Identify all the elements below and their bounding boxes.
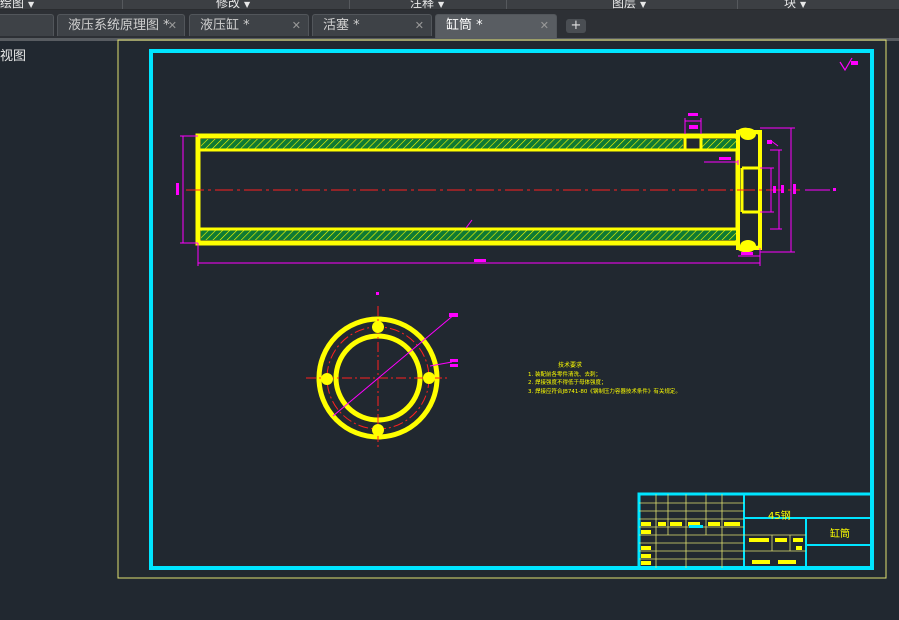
drawing-canvas[interactable]: 技术要求 1. 装配前各零件清洗、去刺； 2. 焊接强度不得低于母体强度； 3.… — [0, 0, 899, 620]
paper-boundary — [117, 39, 887, 579]
note-line: 3. 焊接应符合JB741-80《钢制压力容器技术条件》有关规定。 — [528, 387, 681, 395]
notes-title: 技术要求 — [558, 361, 582, 369]
technical-notes: 技术要求 1. 装配前各零件清洗、去刺； 2. 焊接强度不得低于母体强度； 3.… — [528, 361, 681, 395]
drawing-frame — [149, 49, 874, 570]
roughness-symbol — [839, 57, 858, 72]
title-block-material: 45钢 — [768, 509, 791, 522]
title-block-part-name: 缸筒 — [830, 527, 850, 540]
barrel-end-view — [306, 292, 458, 450]
title-block: 45钢 缸筒 — [637, 492, 874, 570]
note-line: 1. 装配前各零件清洗、去刺； — [528, 370, 601, 378]
note-line: 2. 焊接强度不得低于母体强度； — [528, 378, 607, 386]
